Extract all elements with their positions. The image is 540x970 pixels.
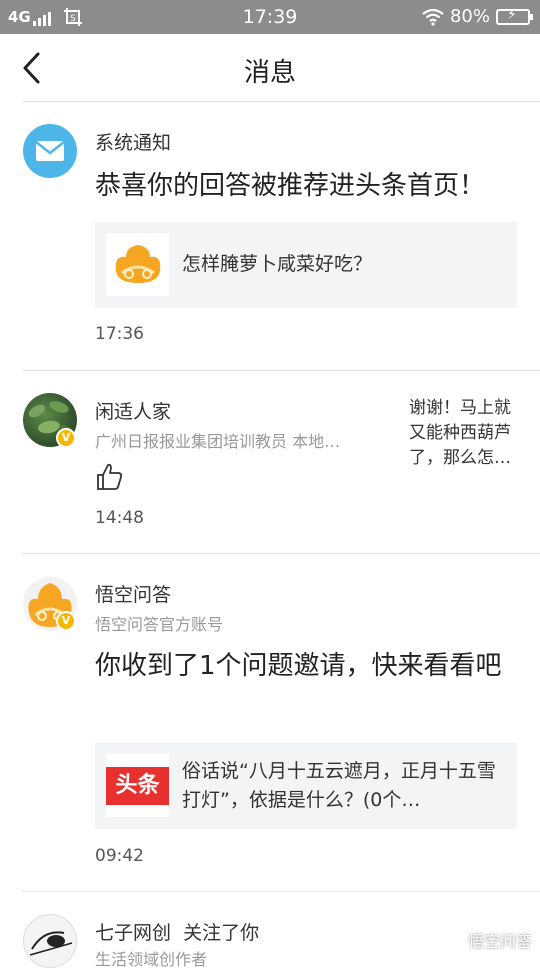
- verified-badge-icon: V: [56, 428, 76, 448]
- card-title: 俗话说“八月十五云遮月，正月十五雪打灯”，依据是什么？(0个…: [182, 757, 507, 815]
- mail-icon: [23, 124, 77, 178]
- sketch-avatar: [24, 915, 77, 968]
- wifi-icon: [422, 8, 444, 26]
- sender-description: 悟空问答官方账号: [95, 611, 223, 635]
- system-notification-avatar: [23, 124, 77, 178]
- question-card[interactable]: 怎样腌萝卜咸菜好吃？: [95, 222, 517, 308]
- battery-percent: 80%: [450, 6, 490, 27]
- watermark-text: 悟空问答: [468, 928, 532, 952]
- message-time: 17:36: [95, 324, 144, 344]
- message-divider: [22, 553, 540, 554]
- header-divider: [22, 101, 540, 102]
- status-bar: 4G S 17:39 80% ⚡: [0, 0, 540, 34]
- sender-name: 七子网创 关注了你: [95, 918, 259, 945]
- nav-header: 消息: [0, 34, 540, 102]
- question-card[interactable]: 头条 俗话说“八月十五云遮月，正月十五雪打灯”，依据是什么？(0个…: [95, 743, 517, 829]
- verified-badge-icon: V: [56, 611, 76, 631]
- message-content: 你收到了1个问题邀请，快来看看吧: [95, 647, 515, 686]
- sender-name: 悟空问答: [95, 580, 171, 607]
- wukong-watermark-icon: [441, 929, 463, 951]
- sender-name: 系统通知: [95, 128, 171, 155]
- sender-name-text: 七子网创: [95, 922, 171, 944]
- page-title: 消息: [0, 52, 540, 89]
- wukong-logo-icon: [112, 243, 164, 287]
- message-divider: [22, 370, 540, 371]
- sender-name: 闲适人家: [95, 397, 171, 424]
- thumbs-up-icon: [95, 462, 125, 492]
- quoted-comment: 谢谢！马上就又能种西葫芦了，那么怎…: [409, 396, 521, 471]
- sender-description: 广州日报报业集团培训教员 本地…: [95, 428, 340, 452]
- follow-action-text: 关注了你: [183, 922, 259, 944]
- message-divider: [22, 891, 540, 892]
- message-time: 14:48: [95, 508, 144, 528]
- card-thumbnail: 头条: [106, 754, 169, 817]
- sender-description: 生活领域创作者: [95, 946, 207, 970]
- message-time: 09:42: [95, 846, 144, 866]
- toutiao-logo: 头条: [106, 767, 169, 805]
- message-content: 恭喜你的回答被推荐进头条首页！: [95, 167, 485, 206]
- battery-icon: ⚡: [496, 9, 530, 25]
- watermark: 悟空问答: [441, 928, 532, 952]
- card-thumbnail: [106, 233, 169, 296]
- card-title: 怎样腌萝卜咸菜好吃？: [182, 250, 372, 279]
